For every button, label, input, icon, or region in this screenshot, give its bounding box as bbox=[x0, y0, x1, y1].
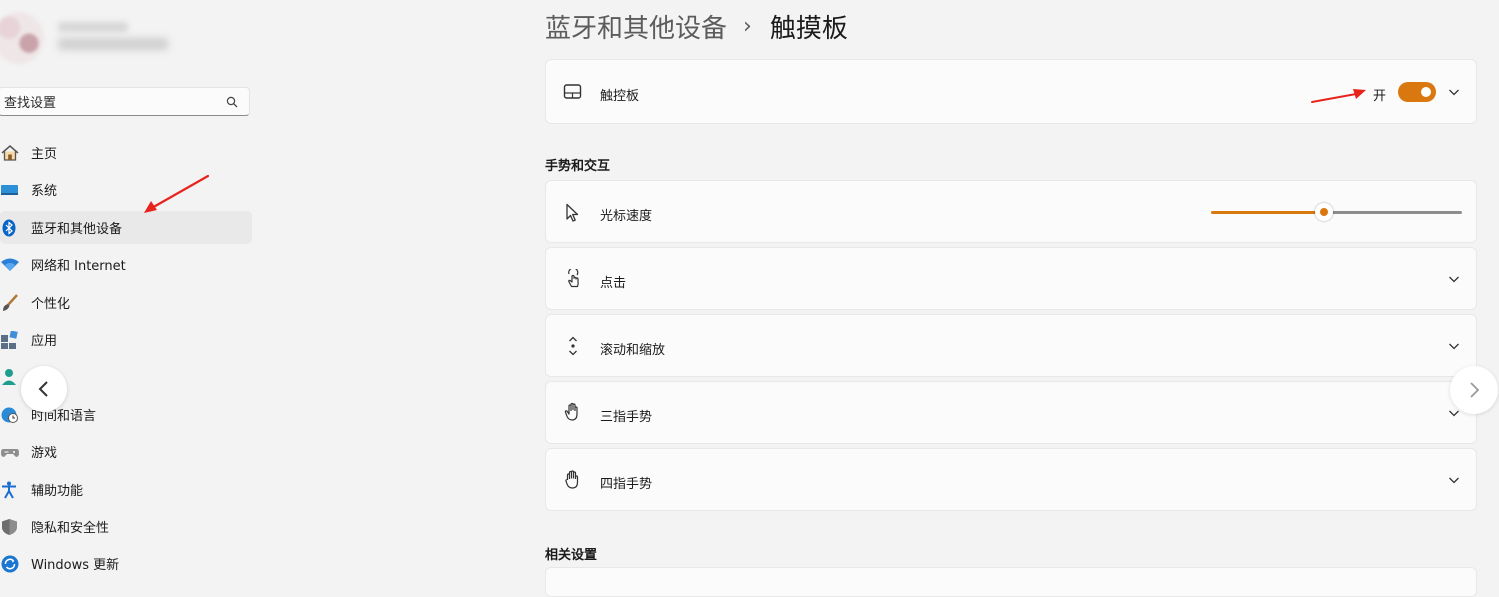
section-title-related: 相关设置 bbox=[545, 548, 598, 563]
sidebar-item-windows-update[interactable]: Windows 更新 bbox=[0, 547, 252, 580]
monitor-icon bbox=[1, 185, 18, 196]
sidebar-item-label: 游戏 bbox=[31, 446, 58, 462]
sidebar-item-bluetooth[interactable]: 蓝牙和其他设备 bbox=[0, 210, 252, 244]
sidebar-item-apps[interactable]: 应用 bbox=[0, 323, 252, 356]
three-finger-label: 三指手势 bbox=[600, 410, 653, 425]
breadcrumb: 蓝牙和其他设备 › 触摸板 bbox=[545, 8, 848, 44]
toggle-knob bbox=[1421, 87, 1431, 97]
user-name-blurred bbox=[58, 22, 128, 32]
chevron-down-icon[interactable] bbox=[1448, 86, 1460, 98]
sidebar-item-personalization[interactable]: 个性化 bbox=[0, 286, 252, 319]
sidebar-item-label: Windows 更新 bbox=[31, 558, 120, 574]
chevron-down-icon[interactable] bbox=[1448, 474, 1460, 486]
sidebar-item-accessibility[interactable]: 辅助功能 bbox=[0, 473, 252, 506]
chevron-down-icon[interactable] bbox=[1448, 273, 1460, 285]
touchpad-label: 触控板 bbox=[600, 89, 640, 104]
sidebar-item-label: 网络和 Internet bbox=[31, 259, 126, 275]
search-box bbox=[0, 87, 250, 116]
sidebar-item-label: 蓝牙和其他设备 bbox=[31, 221, 123, 237]
breadcrumb-parent[interactable]: 蓝牙和其他设备 bbox=[545, 8, 727, 45]
shield-icon bbox=[2, 518, 17, 535]
touchpad-icon bbox=[563, 84, 582, 99]
sidebar-item-privacy[interactable]: 隐私和安全性 bbox=[0, 510, 252, 543]
four-finger-icon bbox=[565, 470, 579, 489]
globe-clock-icon bbox=[1, 407, 18, 423]
apps-icon bbox=[1, 330, 18, 349]
update-icon bbox=[1, 555, 19, 573]
scroll-icon bbox=[569, 336, 577, 356]
toggle-state-label: 开 bbox=[1373, 89, 1387, 104]
chevron-left-icon bbox=[38, 381, 48, 397]
sidebar-item-home[interactable]: 主页 bbox=[0, 136, 252, 169]
tap-label: 点击 bbox=[600, 276, 627, 291]
bluetooth-icon bbox=[2, 219, 16, 237]
cursor-speed-slider[interactable] bbox=[1211, 203, 1462, 221]
gamepad-icon bbox=[1, 449, 19, 458]
related-settings-card[interactable] bbox=[545, 567, 1477, 597]
four-finger-label: 四指手势 bbox=[600, 477, 653, 492]
sidebar-item-label: 个性化 bbox=[31, 296, 71, 312]
sidebar-item-label: 隐私和安全性 bbox=[31, 520, 110, 536]
touchpad-toggle[interactable] bbox=[1398, 82, 1436, 102]
annotation-arrow bbox=[144, 174, 210, 213]
chevron-down-icon[interactable] bbox=[1448, 340, 1460, 352]
chevron-right-icon bbox=[1470, 382, 1480, 398]
tap-icon bbox=[568, 269, 579, 288]
three-finger-card[interactable]: 三指手势 bbox=[545, 381, 1477, 444]
slider-track-rest bbox=[1332, 211, 1462, 214]
sidebar-item-label: 应用 bbox=[31, 333, 58, 349]
slider-thumb[interactable] bbox=[1315, 203, 1333, 221]
cursor-speed-card: 光标速度 bbox=[545, 180, 1477, 243]
cursor-icon bbox=[566, 203, 579, 222]
account-icon bbox=[2, 369, 16, 386]
sidebar-item-label: 主页 bbox=[31, 147, 58, 162]
tap-card[interactable]: 点击 bbox=[545, 247, 1477, 310]
wifi-icon bbox=[1, 258, 19, 272]
breadcrumb-separator: › bbox=[743, 13, 752, 39]
sidebar-item-label: 辅助功能 bbox=[31, 483, 84, 499]
sidebar-item-system[interactable]: 系统 bbox=[0, 173, 252, 206]
search-input[interactable] bbox=[2, 93, 216, 113]
sidebar-item-gaming[interactable]: 游戏 bbox=[0, 435, 252, 468]
page-title: 触摸板 bbox=[769, 13, 848, 44]
avatar[interactable] bbox=[0, 12, 44, 64]
three-finger-icon bbox=[564, 402, 578, 421]
user-email-blurred bbox=[58, 38, 168, 50]
accessibility-icon bbox=[2, 481, 16, 499]
search-icon[interactable] bbox=[226, 96, 238, 108]
forward-button[interactable] bbox=[1450, 366, 1498, 414]
annotation-arrow bbox=[1311, 89, 1366, 103]
section-title-gestures: 手势和交互 bbox=[545, 159, 611, 174]
scroll-zoom-label: 滚动和缩放 bbox=[600, 343, 666, 358]
nav-list: 主页 系统 蓝牙和其他设备 网络和 Internet 个性化 应用 时间和语言 … bbox=[0, 136, 252, 585]
home-icon bbox=[1, 145, 19, 161]
brush-icon bbox=[3, 293, 18, 311]
cursor-speed-label: 光标速度 bbox=[600, 209, 653, 224]
sidebar-item-network[interactable]: 网络和 Internet bbox=[0, 248, 252, 281]
slider-track-fill bbox=[1211, 211, 1318, 214]
back-button[interactable] bbox=[21, 366, 67, 412]
four-finger-card[interactable]: 四指手势 bbox=[545, 448, 1477, 511]
sidebar: 主页 系统 蓝牙和其他设备 网络和 Internet bbox=[0, 0, 260, 586]
scroll-zoom-card[interactable]: 滚动和缩放 bbox=[545, 314, 1477, 377]
sidebar-item-label: 系统 bbox=[31, 184, 58, 200]
